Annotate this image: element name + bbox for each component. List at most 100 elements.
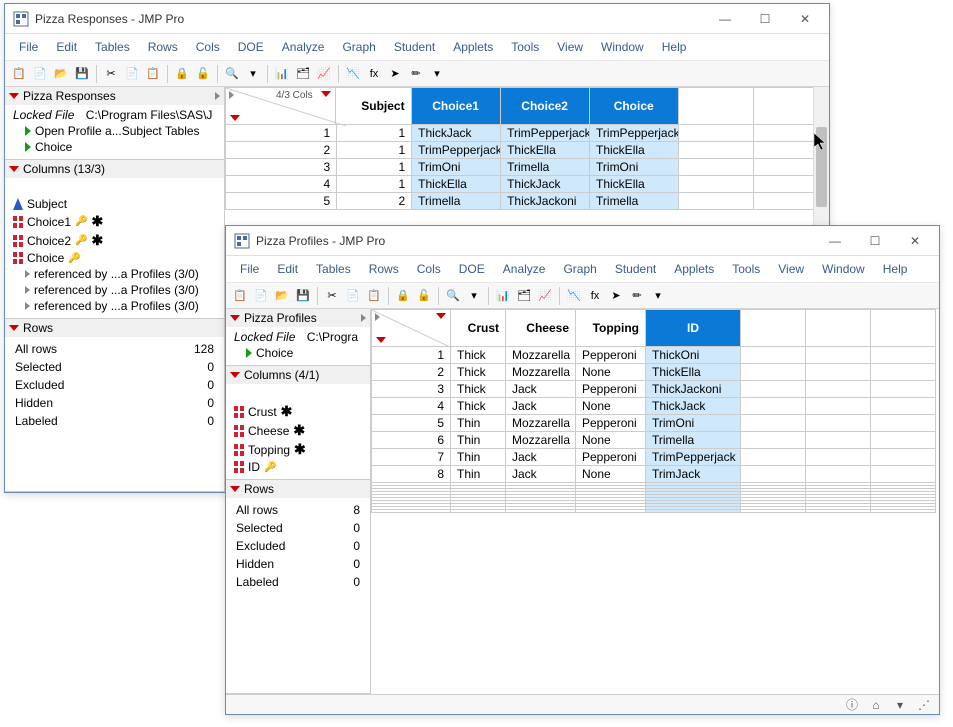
column-header[interactable]: Choice2 xyxy=(501,87,590,125)
empty-cell[interactable] xyxy=(741,415,806,432)
cell[interactable]: 1 xyxy=(337,159,412,176)
column-header[interactable]: Choice1 xyxy=(412,87,501,125)
table-row[interactable]: 7ThinJackPepperoniTrimPepperjack xyxy=(371,449,939,466)
toolbar-button[interactable]: ▾ xyxy=(243,64,263,84)
menu-graph[interactable]: Graph xyxy=(555,259,604,279)
column-item[interactable]: Choice🔑 xyxy=(7,250,222,266)
empty-cell[interactable] xyxy=(679,159,754,176)
empty-cell[interactable] xyxy=(806,381,871,398)
toolbar-button[interactable]: 🔍 xyxy=(443,286,463,306)
toolbar-button[interactable]: ➤ xyxy=(385,64,405,84)
table-row[interactable]: 11ThickJackTrimPepperjackTrimPepperjack xyxy=(225,125,829,142)
column-header[interactable]: Cheese xyxy=(506,309,576,347)
disclosure-icon[interactable] xyxy=(230,486,240,492)
row-header[interactable]: 1 xyxy=(225,125,337,142)
cell[interactable]: Mozzarella xyxy=(506,432,576,449)
rows-stat[interactable]: Selected0 xyxy=(230,520,366,536)
cell[interactable]: Thin xyxy=(451,449,506,466)
column-header[interactable]: ID xyxy=(646,309,741,347)
rows-stat[interactable]: Hidden0 xyxy=(9,395,220,411)
toolbar-button[interactable]: 📈 xyxy=(314,64,334,84)
cell[interactable]: ThickElla xyxy=(646,364,741,381)
empty-cell[interactable] xyxy=(871,449,936,466)
row-header[interactable]: 3 xyxy=(225,159,337,176)
menu-tools[interactable]: Tools xyxy=(503,37,547,57)
row-header[interactable]: 5 xyxy=(225,193,337,210)
menu-tables[interactable]: Tables xyxy=(87,37,138,57)
toolbar-button[interactable]: ✏ xyxy=(627,286,647,306)
reference-item[interactable]: referenced by ...a Profiles (3/0) xyxy=(7,298,222,314)
rows-stat[interactable]: All rows8 xyxy=(230,502,366,518)
menu-student[interactable]: Student xyxy=(386,37,443,57)
cell[interactable] xyxy=(506,510,576,513)
empty-cell[interactable] xyxy=(806,510,871,513)
empty-cell[interactable] xyxy=(741,510,806,513)
rows-stat[interactable]: Excluded0 xyxy=(230,538,366,554)
column-search-input[interactable] xyxy=(230,385,366,399)
titlebar[interactable]: Pizza Profiles - JMP Pro — ☐ ✕ xyxy=(226,226,939,256)
cell[interactable]: TrimOni xyxy=(590,159,679,176)
row-header[interactable]: 6 xyxy=(371,432,451,449)
titlebar[interactable]: Pizza Responses - JMP Pro — ☐ ✕ xyxy=(5,4,829,34)
toolbar-button[interactable]: 📋 xyxy=(143,64,163,84)
row-header[interactable]: 4 xyxy=(225,176,337,193)
columns-panel-header[interactable]: Columns (4/1) xyxy=(226,366,370,384)
cell[interactable]: Trimella xyxy=(646,432,741,449)
menu-file[interactable]: File xyxy=(11,37,46,57)
cell[interactable]: ThickJack xyxy=(501,176,590,193)
table-row[interactable]: 4ThickJackNoneThickJack xyxy=(371,398,939,415)
toolbar-button[interactable]: 📄 xyxy=(122,64,142,84)
toolbar-button[interactable]: 📋 xyxy=(230,286,250,306)
cell[interactable]: ThickElla xyxy=(412,176,501,193)
empty-cell[interactable] xyxy=(871,415,936,432)
cell[interactable]: 1 xyxy=(337,176,412,193)
empty-column-header[interactable] xyxy=(741,309,806,347)
column-item[interactable]: Cheese✱ xyxy=(228,421,368,440)
empty-column-header[interactable] xyxy=(806,309,871,347)
cell[interactable]: ThickJack xyxy=(412,125,501,142)
disclosure-icon[interactable] xyxy=(230,372,240,378)
close-button[interactable]: ✕ xyxy=(785,5,825,33)
cell[interactable]: 1 xyxy=(337,125,412,142)
toolbar-button[interactable]: ✂ xyxy=(322,286,342,306)
cell[interactable]: ThickJack xyxy=(646,398,741,415)
disclosure-icon[interactable] xyxy=(9,166,19,172)
rows-stat[interactable]: Excluded0 xyxy=(9,377,220,393)
row-header[interactable]: 8 xyxy=(371,466,451,483)
rows-stat[interactable]: All rows128 xyxy=(9,341,220,357)
table-row[interactable]: 41ThickEllaThickJackThickElla xyxy=(225,176,829,193)
empty-cell[interactable] xyxy=(679,142,754,159)
rows-menu-icon[interactable] xyxy=(230,115,240,121)
cell[interactable]: ThickOni xyxy=(646,347,741,364)
cell[interactable]: 1 xyxy=(337,142,412,159)
toolbar-button[interactable]: 📋 xyxy=(364,286,384,306)
table-row[interactable] xyxy=(371,510,939,513)
column-header[interactable]: Choice xyxy=(590,87,679,125)
cell[interactable]: Thin xyxy=(451,415,506,432)
empty-cell[interactable] xyxy=(806,364,871,381)
toolbar-button[interactable]: 📂 xyxy=(51,64,71,84)
empty-cell[interactable] xyxy=(679,125,754,142)
empty-cell[interactable] xyxy=(806,415,871,432)
table-row[interactable]: 1ThickMozzarellaPepperoniThickOni xyxy=(371,347,939,364)
script-item[interactable]: Choice xyxy=(228,345,368,361)
cell[interactable]: ThickElla xyxy=(590,142,679,159)
toolbar-button[interactable]: 📂 xyxy=(272,286,292,306)
toolbar-button[interactable]: 📈 xyxy=(535,286,555,306)
empty-column-header[interactable] xyxy=(679,87,754,125)
row-header[interactable]: 2 xyxy=(225,142,337,159)
toolbar-button[interactable]: 🗂 xyxy=(293,64,313,84)
menu-cols[interactable]: Cols xyxy=(188,37,228,57)
cell[interactable]: TrimPepperjack xyxy=(646,449,741,466)
resize-grip-icon[interactable]: ⋰ xyxy=(915,697,933,713)
toolbar-button[interactable]: 📄 xyxy=(30,64,50,84)
maximize-button[interactable]: ☐ xyxy=(745,5,785,33)
disclosure-icon[interactable] xyxy=(9,93,19,99)
toolbar-button[interactable]: fx xyxy=(585,286,605,306)
menu-analyze[interactable]: Analyze xyxy=(495,259,554,279)
cell[interactable]: Mozzarella xyxy=(506,364,576,381)
cell[interactable]: None xyxy=(576,398,646,415)
columns-panel-header[interactable]: Columns (13/3) xyxy=(5,160,224,178)
cell[interactable]: None xyxy=(576,364,646,381)
cell[interactable]: ThickJackoni xyxy=(501,193,590,210)
